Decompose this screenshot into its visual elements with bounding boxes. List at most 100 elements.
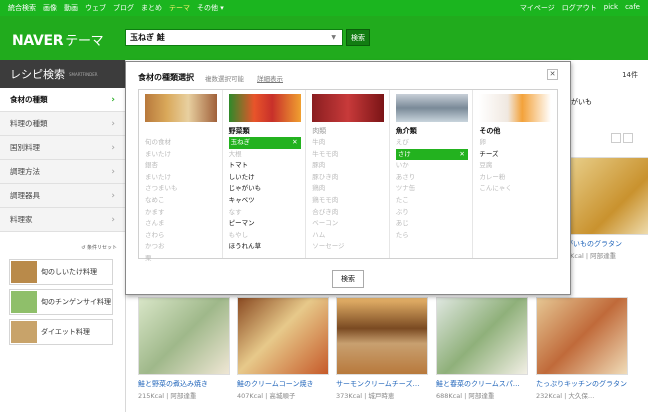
nav-link[interactable]: 統合検索	[8, 3, 36, 13]
sidebar-item-chef[interactable]: 料理家 ›	[0, 208, 125, 232]
ingredient-option[interactable]: なめこ	[145, 195, 218, 207]
recipe-title[interactable]: 鮭と野菜の煮込み焼き	[138, 379, 230, 389]
recipe-title[interactable]: サーモンクリームチーズ…	[336, 379, 428, 389]
nav-link[interactable]: まとめ	[141, 3, 162, 13]
sidebar-item-dish-type[interactable]: 料理の種類 ›	[0, 112, 125, 136]
dropdown-icon[interactable]: ▼	[331, 34, 336, 41]
recipe-title[interactable]: 鮭と春菜のクリームスパ…	[436, 379, 528, 389]
close-icon[interactable]: ✕	[547, 69, 558, 80]
category-header[interactable]: 野菜類	[229, 126, 302, 137]
search-button[interactable]: 検索	[346, 29, 370, 46]
recent-theme-item[interactable]: 旬のチンゲンサイ料理	[9, 289, 113, 315]
detail-view-link[interactable]: 詳細表示	[257, 73, 283, 83]
ingredient-option[interactable]: もやし	[229, 230, 302, 242]
nav-link[interactable]: ブログ	[113, 3, 134, 13]
ingredient-option[interactable]: なす	[229, 207, 302, 219]
ingredient-option[interactable]: 銀杏	[145, 160, 218, 172]
recipe-card[interactable]: サーモンクリームチーズ… 373Kcal | 城戸時恵	[336, 297, 428, 400]
recipe-card[interactable]: たっぷりキッチンのグラタン 232Kcal | 大久保…	[536, 297, 628, 400]
ingredient-option[interactable]: あじ	[396, 218, 469, 230]
ingredient-option[interactable]: 鶏モモ肉	[312, 195, 385, 207]
ingredient-option[interactable]: さわら	[145, 230, 218, 242]
ingredient-option[interactable]: 大根	[229, 149, 302, 161]
ingredient-option[interactable]: かつお	[145, 241, 218, 253]
ingredient-option[interactable]: さつまいも	[145, 183, 218, 195]
category-header[interactable]: その他	[479, 126, 553, 137]
ingredient-option[interactable]: ソーセージ	[312, 241, 385, 253]
remove-icon[interactable]: ✕	[292, 137, 297, 149]
ingredient-option[interactable]: 豚肉	[312, 160, 385, 172]
ingredient-option[interactable]: ほうれん草	[229, 241, 302, 253]
ingredient-grid: 旬の食材 まいたけ 銀杏 まいたけ さつまいも なめこ かます さんま さわら かつお栗野菜類 玉ね…	[138, 89, 558, 262]
ingredient-option[interactable]: ピーマン	[229, 218, 302, 230]
chevron-right-icon: ›	[111, 118, 115, 129]
category-header[interactable]: 肉類	[312, 126, 385, 137]
user-link[interactable]: cafe	[625, 3, 640, 13]
user-link[interactable]: ログアウト	[562, 3, 597, 13]
ingredient-option[interactable]: 玉ねぎ ✕	[228, 137, 301, 149]
recipe-card[interactable]: 鮭のクリームコーン焼き 407Kcal | 高城順子	[237, 297, 329, 400]
ingredient-option[interactable]: 豚ひき肉	[312, 172, 385, 184]
ingredient-option[interactable]: かます	[145, 207, 218, 219]
ingredient-option[interactable]: まいたけ	[145, 172, 218, 184]
nav-link[interactable]: ウェブ	[85, 3, 106, 13]
recent-theme-item[interactable]: 旬のしいたけ料理	[9, 259, 113, 285]
category-header[interactable]: 魚介類	[396, 126, 469, 137]
recipe-card[interactable]: がいものグラタン 3Kcal | 阿部達重	[566, 157, 648, 260]
ingredient-option[interactable]: 牛肉	[312, 137, 385, 149]
dialog-search-button[interactable]: 検索	[332, 270, 364, 288]
ingredient-option[interactable]: じゃがいも	[229, 183, 302, 195]
nav-link[interactable]: 動画	[64, 3, 78, 13]
sidebar-item-cookware[interactable]: 調理器具 ›	[0, 184, 125, 208]
ingredient-option[interactable]: キャベツ	[229, 195, 302, 207]
ingredient-option[interactable]: 旬の食材	[145, 137, 218, 149]
ingredient-option[interactable]: 鶏肉	[312, 183, 385, 195]
ingredient-option[interactable]: さんま	[145, 218, 218, 230]
category-header[interactable]	[145, 126, 218, 137]
ingredient-option[interactable]: えび	[396, 137, 469, 149]
ingredient-option[interactable]: まいたけ	[145, 149, 218, 161]
ingredient-option[interactable]: 栗	[145, 253, 218, 265]
ingredient-option[interactable]: トマト	[229, 160, 302, 172]
recipe-title[interactable]: 鮭のクリームコーン焼き	[237, 379, 329, 389]
list-view-icon[interactable]	[623, 133, 633, 143]
nav-link[interactable]: その他 ▾	[197, 3, 224, 13]
grid-view-icon[interactable]	[611, 133, 621, 143]
ingredient-option[interactable]: いか	[396, 160, 469, 172]
result-count: 14件	[622, 71, 638, 79]
sidebar-item-cooking-method[interactable]: 調理方法 ›	[0, 160, 125, 184]
ingredient-option[interactable]: ベーコン	[312, 218, 385, 230]
search-input[interactable]: 玉ねぎ 鮭 ▼	[125, 29, 343, 46]
ingredient-option[interactable]: しいたけ	[229, 172, 302, 184]
partial-heading: がいも	[571, 98, 592, 106]
user-link[interactable]: マイページ	[520, 3, 555, 13]
nav-link[interactable]: テーマ	[169, 3, 190, 13]
remove-icon[interactable]: ✕	[459, 149, 464, 161]
ingredient-option[interactable]: 合びき肉	[312, 207, 385, 219]
recipe-card[interactable]: 鮭と野菜の煮込み焼き 215Kcal | 阿部達重	[138, 297, 230, 400]
ingredient-option[interactable]: たら	[396, 230, 469, 242]
ingredient-option[interactable]: チーズ	[479, 149, 553, 161]
ingredient-option[interactable]: あさり	[396, 172, 469, 184]
ingredient-option[interactable]: ぶり	[396, 207, 469, 219]
sidebar-item-cuisine[interactable]: 国別料理 ›	[0, 136, 125, 160]
recent-theme-item[interactable]: ダイエット料理	[9, 319, 113, 345]
ingredient-option[interactable]: こんにゃく	[479, 183, 553, 195]
sidebar-item-ingredient-type[interactable]: 食材の種類 ›	[0, 88, 125, 112]
ingredient-option[interactable]: 牛モモ肉	[312, 149, 385, 161]
recipe-title[interactable]: たっぷりキッチンのグラタン	[536, 379, 628, 389]
recipe-title[interactable]: がいものグラタン	[566, 239, 648, 249]
reset-conditions-link[interactable]: ↺ 条件リセット	[81, 244, 117, 251]
ingredient-option[interactable]: カレー粉	[479, 172, 553, 184]
ingredient-option[interactable]: 豆腐	[479, 160, 553, 172]
ingredient-option[interactable]: ハム	[312, 230, 385, 242]
ingredient-option[interactable]: たこ	[396, 195, 469, 207]
recipe-card[interactable]: 鮭と春菜のクリームスパ… 688Kcal | 阿部達重	[436, 297, 528, 400]
user-link[interactable]: pick	[604, 3, 618, 13]
naver-logo[interactable]: NAVER テーマ	[12, 30, 104, 49]
ingredient-option[interactable]: さけ ✕	[395, 148, 468, 161]
ingredient-option[interactable]: ツナ缶	[396, 183, 469, 195]
nav-link[interactable]: 画像	[43, 3, 57, 13]
category-image	[145, 94, 217, 122]
ingredient-option[interactable]: 卵	[479, 137, 553, 149]
